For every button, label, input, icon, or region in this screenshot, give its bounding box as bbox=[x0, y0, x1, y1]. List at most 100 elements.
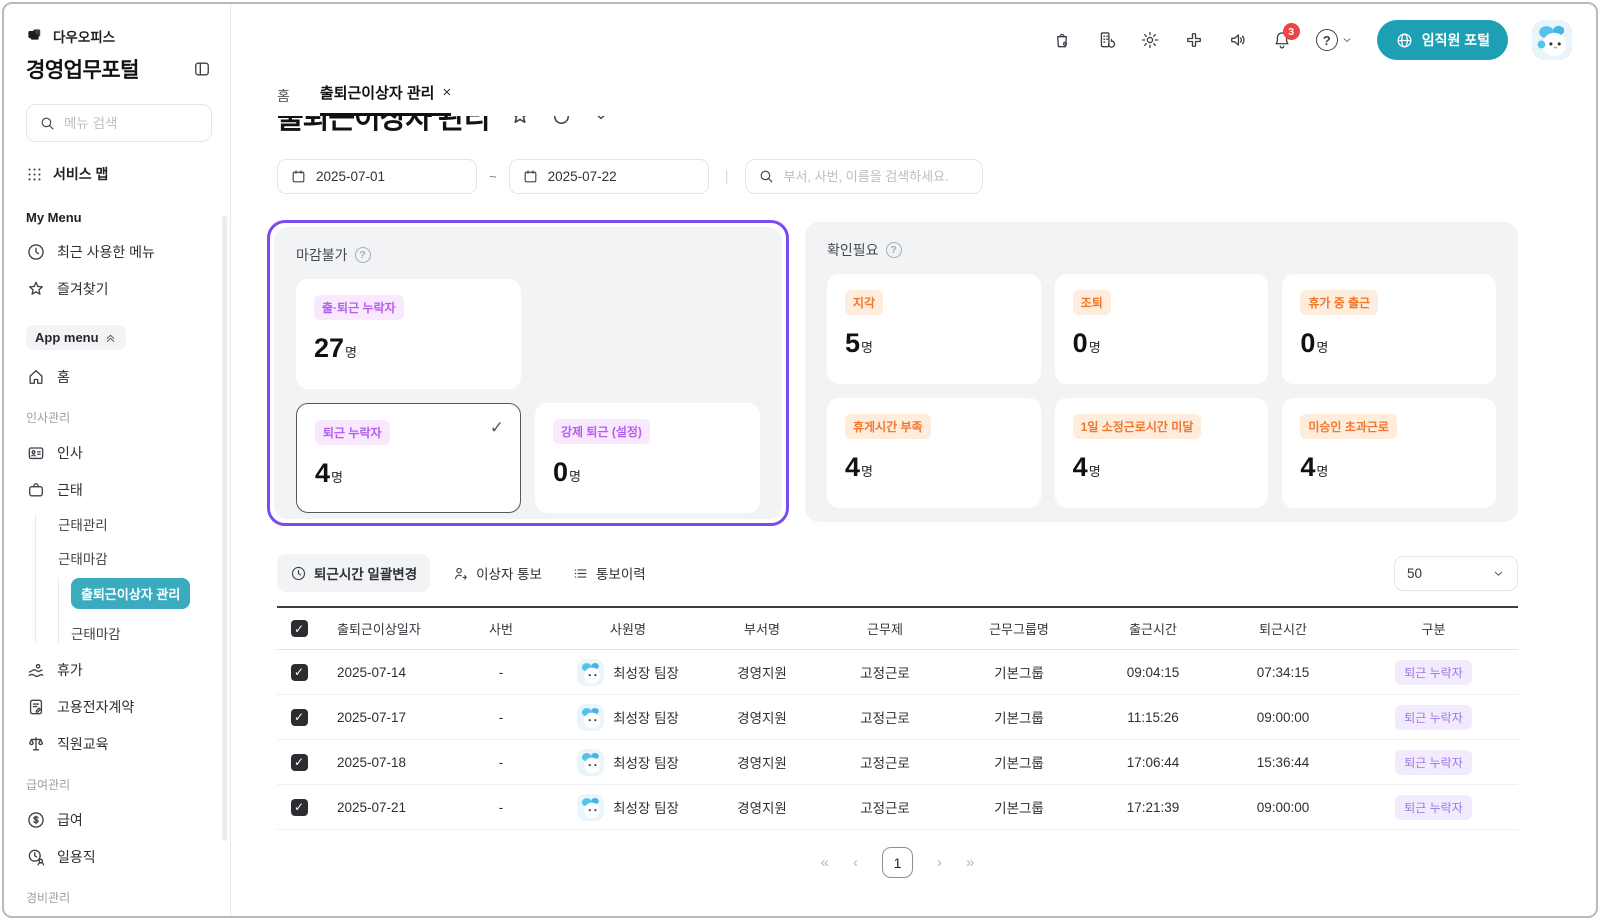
cell-date: 2025-07-18 bbox=[321, 755, 449, 770]
add-plus-icon[interactable] bbox=[1184, 30, 1204, 50]
table-row[interactable]: ✓ 2025-07-21 - 최성장 팀장 경영지원 고정근로 기본그룹 17:… bbox=[277, 785, 1518, 830]
pagination: « ‹ 1 › » bbox=[277, 847, 1518, 878]
row-checkbox[interactable]: ✓ bbox=[291, 709, 308, 726]
table-row[interactable]: ✓ 2025-07-14 - 최성장 팀장 경영지원 고정근로 기본그룹 09:… bbox=[277, 650, 1518, 695]
card-badge: 휴게시간 부족 bbox=[845, 414, 931, 439]
unclosable-title: 마감불가 bbox=[296, 245, 348, 265]
briefcase-icon bbox=[26, 480, 46, 500]
clock-icon bbox=[26, 242, 46, 262]
card-missing-in-out[interactable]: 출·퇴근 누락자 27명 bbox=[296, 279, 521, 389]
help-menu[interactable]: ? bbox=[1316, 29, 1353, 51]
card-badge: 퇴근 누락자 bbox=[315, 420, 390, 445]
sidebar-item-favorites[interactable]: 즐겨찾기 bbox=[26, 279, 212, 299]
sidebar-item-geuntae-close[interactable]: 근태마감 bbox=[58, 548, 212, 568]
cell-name: 최성장 팀장 bbox=[613, 797, 679, 817]
refresh-icon[interactable] bbox=[550, 116, 573, 128]
sidebar-item-service-map[interactable]: 서비스 맵 bbox=[26, 164, 212, 184]
favorite-star-icon[interactable] bbox=[508, 116, 532, 128]
date-from-input[interactable]: 2025-07-01 bbox=[277, 159, 477, 194]
tab-attendance-anomaly[interactable]: 출퇴근이상자 관리 × bbox=[320, 82, 451, 116]
card-work-on-vacation[interactable]: 휴가 중 출근 0명 bbox=[1282, 274, 1496, 384]
needs-check-title: 확인필요 bbox=[827, 240, 879, 260]
bulk-change-label: 퇴근시간 일괄변경 bbox=[314, 563, 417, 583]
menu-search[interactable] bbox=[26, 104, 212, 142]
next-page-button[interactable]: › bbox=[937, 854, 942, 871]
employee-search-input[interactable] bbox=[784, 169, 970, 184]
table-row[interactable]: ✓ 2025-07-18 - 최성장 팀장 경영지원 고정근로 기본그룹 17:… bbox=[277, 740, 1518, 785]
geuntae-close-submenu: 출퇴근이상자 관리 근태마감 bbox=[58, 578, 212, 643]
card-forced-out[interactable]: 강제 퇴근 (설정) 0명 bbox=[535, 403, 760, 513]
notify-anomaly-button[interactable]: 이상자 통보 bbox=[440, 555, 554, 591]
card-unit: 명 bbox=[1316, 340, 1328, 355]
portal-title: 경영업무포털 bbox=[26, 54, 139, 84]
sidebar-item-education[interactable]: 직원교육 bbox=[26, 734, 212, 754]
cell-work-group: 기본그룹 bbox=[949, 797, 1089, 817]
current-page[interactable]: 1 bbox=[882, 847, 913, 878]
sidebar-item-vacation[interactable]: 휴가 bbox=[26, 660, 212, 680]
daily-worker-label: 일용직 bbox=[57, 847, 96, 867]
help-icon[interactable]: ? bbox=[355, 247, 371, 263]
date-to-input[interactable]: 2025-07-22 bbox=[509, 159, 709, 194]
sidebar-item-insa[interactable]: 인사 bbox=[26, 443, 212, 463]
announcement-speaker-icon[interactable] bbox=[1228, 30, 1248, 50]
card-badge: 1일 소정근로시간 미달 bbox=[1073, 414, 1202, 439]
user-avatar[interactable] bbox=[1532, 20, 1572, 60]
cell-dept: 경영지원 bbox=[703, 707, 821, 727]
row-checkbox[interactable]: ✓ bbox=[291, 664, 308, 681]
sidebar-item-geuntae[interactable]: 근태 bbox=[26, 480, 212, 500]
table-row[interactable]: ✓ 2025-07-17 - 최성장 팀장 경영지원 고정근로 기본그룹 11:… bbox=[277, 695, 1518, 740]
chevron-down-icon bbox=[1341, 34, 1353, 46]
card-missing-out[interactable]: 퇴근 누락자 ✓ 4명 bbox=[296, 403, 521, 513]
title-chevron-down-icon[interactable] bbox=[591, 116, 611, 126]
sidebar-item-pay[interactable]: 급여 bbox=[26, 810, 212, 830]
tab-close-icon[interactable]: × bbox=[442, 84, 451, 101]
last-page-button[interactable]: » bbox=[966, 854, 974, 871]
card-early-leave[interactable]: 조퇴 0명 bbox=[1055, 274, 1269, 384]
company-switch-icon[interactable] bbox=[1096, 30, 1116, 50]
app-menu-toggle[interactable]: App menu bbox=[26, 325, 126, 350]
card-insufficient-break[interactable]: 휴게시간 부족 4명 bbox=[827, 398, 1041, 508]
card-badge: 휴가 중 출근 bbox=[1300, 290, 1378, 315]
notify-history-label: 통보이력 bbox=[596, 563, 646, 583]
app-store-icon[interactable] bbox=[1052, 30, 1072, 50]
select-all-checkbox[interactable]: ✓ bbox=[291, 620, 308, 637]
filter-divider: | bbox=[725, 168, 729, 185]
cell-work-type: 고정근로 bbox=[821, 797, 949, 817]
card-unit: 명 bbox=[1089, 464, 1101, 479]
sidebar-item-daily-worker[interactable]: 일용직 bbox=[26, 847, 212, 867]
card-late[interactable]: 지각 5명 bbox=[827, 274, 1041, 384]
sidebar-item-home[interactable]: 홈 bbox=[26, 367, 212, 387]
help-icon[interactable]: ? bbox=[886, 242, 902, 258]
first-page-button[interactable]: « bbox=[821, 854, 829, 871]
row-checkbox[interactable]: ✓ bbox=[291, 799, 308, 816]
sidebar-item-contract[interactable]: 고용전자계약 bbox=[26, 697, 212, 717]
table-header-row: ✓ 출퇴근이상일자 사번 사원명 부서명 근무제 근무그룹명 출근시간 퇴근시간… bbox=[277, 606, 1518, 650]
menu-search-input[interactable] bbox=[64, 116, 184, 131]
notify-history-button[interactable]: 통보이력 bbox=[560, 555, 658, 591]
employee-portal-button[interactable]: 임직원 포털 bbox=[1377, 20, 1508, 60]
sidebar-item-geuntae-close-sub[interactable]: 근태마감 bbox=[71, 623, 212, 643]
settings-gear-icon[interactable] bbox=[1140, 30, 1160, 50]
employee-search[interactable] bbox=[745, 159, 983, 194]
notification-bell-icon[interactable]: 3 bbox=[1272, 30, 1292, 50]
education-label: 직원교육 bbox=[57, 734, 109, 754]
geuntae-label: 근태 bbox=[57, 480, 83, 500]
card-unapproved-overtime[interactable]: 미승인 초과근로 4명 bbox=[1282, 398, 1496, 508]
cell-date: 2025-07-17 bbox=[321, 710, 449, 725]
sidebar-item-geuntae-mgmt[interactable]: 근태관리 bbox=[58, 514, 212, 534]
sidebar-item-recent-menu[interactable]: 최근 사용한 메뉴 bbox=[26, 242, 212, 262]
tab-home[interactable]: 홈 bbox=[277, 86, 290, 116]
cell-clock-out: 09:00:00 bbox=[1217, 800, 1349, 815]
row-type-badge: 퇴근 누락자 bbox=[1395, 705, 1472, 730]
row-checkbox[interactable]: ✓ bbox=[291, 754, 308, 771]
card-under-standard-hours[interactable]: 1일 소정근로시간 미달 4명 bbox=[1055, 398, 1269, 508]
page-size-select[interactable]: 50 bbox=[1394, 556, 1518, 591]
prev-page-button[interactable]: ‹ bbox=[853, 854, 858, 871]
collapse-sidebar-icon[interactable] bbox=[192, 59, 212, 79]
sidebar-scrollbar[interactable] bbox=[222, 216, 227, 841]
home-icon bbox=[26, 367, 46, 387]
employee-avatar bbox=[577, 704, 604, 731]
row-type-badge: 퇴근 누락자 bbox=[1395, 795, 1472, 820]
bulk-change-out-time-button[interactable]: 퇴근시간 일괄변경 bbox=[277, 554, 430, 592]
sidebar-item-attendance-anomaly[interactable]: 출퇴근이상자 관리 bbox=[71, 578, 190, 609]
